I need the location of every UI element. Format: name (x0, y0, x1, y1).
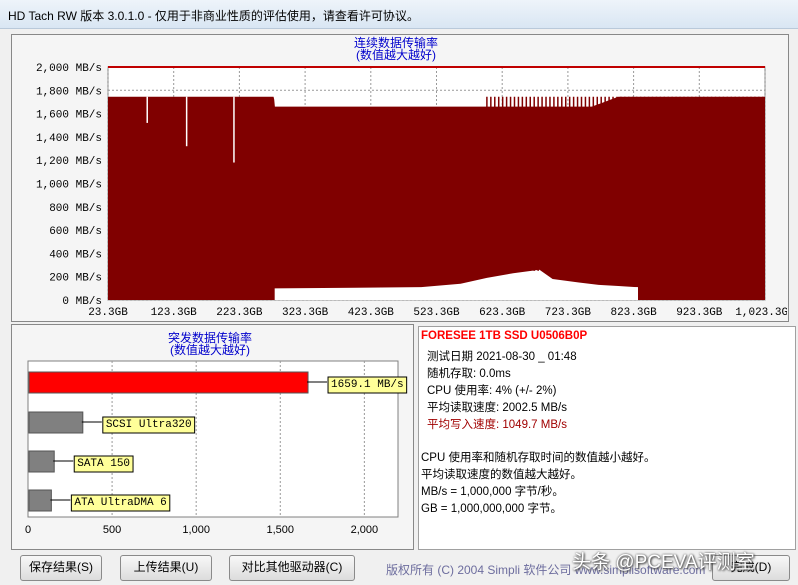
x-tick-label: 323.3GB (282, 307, 329, 319)
avg-read: 平均读取速度: 2002.5 MB/s (427, 402, 567, 414)
title-bar[interactable]: HD Tach RW 版本 3.0.1.0 - 仅用于非商业性质的评估使用，请查… (0, 0, 798, 29)
burst-x-tick: 500 (103, 524, 121, 536)
results-panel: FORESEE 1TB SSD U0506B0P 测试日期 2021-08-30… (418, 326, 796, 550)
write-series-area (108, 96, 765, 300)
burst-x-tick: 2,000 (351, 524, 379, 536)
burst-bar (28, 450, 55, 473)
test-date: 测试日期 2021-08-30 _ 01:48 (427, 351, 577, 363)
y-tick-label: 1,400 MB/s (36, 133, 102, 145)
burst-bar-label: SCSI Ultra320 (106, 419, 192, 431)
note-gb: GB = 1,000,000,000 字节。 (421, 503, 562, 515)
x-tick-label: 923.3GB (676, 307, 723, 319)
y-tick-label: 1,600 MB/s (36, 110, 102, 122)
x-tick-label: 123.3GB (151, 307, 198, 319)
x-tick-label: 23.3GB (88, 307, 128, 319)
note-read: 平均读取速度的数值越大越好。 (421, 469, 582, 481)
y-tick-label: 2,000 MB/s (36, 63, 102, 75)
note-cpu: CPU 使用率和随机存取时间的数值越小越好。 (421, 452, 656, 464)
watermark: 头条 @PCEVA评测室 (572, 552, 755, 573)
burst-bar-label: ATA UltraDMA 6 (74, 497, 166, 509)
x-tick-label: 423.3GB (348, 307, 395, 319)
window-title: HD Tach RW 版本 3.0.1.0 - 仅用于非商业性质的评估使用，请查… (8, 9, 419, 23)
y-tick-label: 1,800 MB/s (36, 86, 102, 98)
upload-results-button[interactable]: 上传结果(U) (120, 555, 212, 581)
burst-chart-subtitle: (数值越大越好) (170, 342, 250, 357)
y-tick-label: 1,200 MB/s (36, 156, 102, 168)
y-tick-label: 800 MB/s (49, 203, 102, 215)
drive-name: FORESEE 1TB SSD U0506B0P (421, 330, 588, 342)
avg-write: 平均写入速度: 1049.7 MB/s (427, 419, 567, 431)
burst-bar-label: SATA 150 (77, 458, 130, 470)
burst-bar-label: 1659.1 MB/s (331, 379, 404, 391)
x-tick-label: 723.3GB (545, 307, 592, 319)
burst-bar (28, 371, 309, 394)
burst-bar (28, 489, 52, 512)
x-tick-label: 1,023.3GB (735, 307, 787, 319)
burst-x-tick: 1,000 (182, 524, 210, 536)
burst-x-tick: 0 (25, 524, 31, 536)
x-tick-label: 223.3GB (216, 307, 263, 319)
x-tick-label: 823.3GB (610, 307, 657, 319)
y-tick-label: 1,000 MB/s (36, 180, 102, 192)
x-tick-label: 623.3GB (479, 307, 526, 319)
main-chart: 连续数据传输率 (数值越大越好) 2,000 MB/s1,800 MB/s1,6… (36, 35, 787, 319)
y-tick-label: 200 MB/s (49, 273, 102, 285)
cpu-usage: CPU 使用率: 4% (+/- 2%) (427, 385, 557, 397)
compare-drives-button[interactable]: 对比其他驱动器(C) (229, 555, 355, 581)
save-results-button[interactable]: 保存结果(S) (20, 555, 102, 581)
x-tick-label: 523.3GB (413, 307, 460, 319)
burst-bar (28, 411, 84, 434)
y-tick-label: 400 MB/s (49, 249, 102, 261)
note-mbs: MB/s = 1,000,000 字节/秒。 (421, 486, 564, 498)
random-access: 随机存取: 0.0ms (427, 368, 511, 380)
y-tick-label: 600 MB/s (49, 226, 102, 238)
burst-chart: 突发数据传输率 (数值越大越好) 0 500 1,000 1,500 2,0001659… (25, 330, 408, 536)
burst-x-tick: 1,500 (267, 524, 295, 536)
main-chart-subtitle: (数值越大越好) (356, 47, 436, 62)
